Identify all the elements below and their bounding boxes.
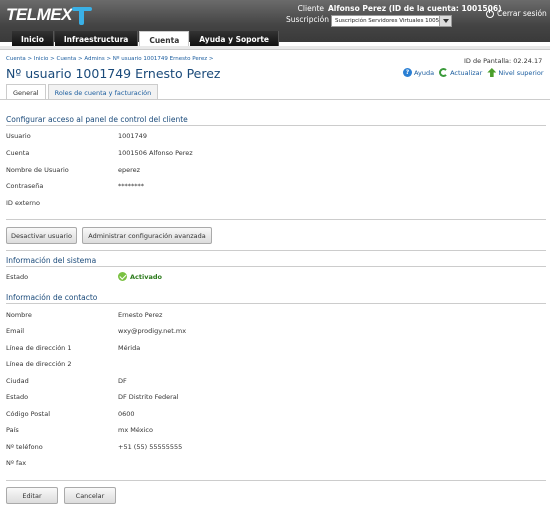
telmex-logo: TELMEX	[6, 4, 92, 26]
field-label: Nº teléfono	[6, 443, 43, 451]
status-value: Activado	[118, 272, 162, 281]
field-label: Línea de dirección 2	[6, 360, 72, 368]
field-label: Código Postal	[6, 410, 51, 418]
divider	[6, 219, 546, 220]
field-label: ID externo	[6, 199, 40, 207]
field-label: Cuenta	[6, 149, 30, 157]
field-value: Mérida	[118, 344, 141, 352]
help-label: Ayuda	[414, 68, 435, 77]
subtab-line	[0, 99, 550, 100]
divider	[6, 250, 546, 251]
page-title: Nº usuario 1001749 Ernesto Perez	[6, 66, 221, 81]
help-link[interactable]: ? Ayuda	[403, 68, 434, 77]
up-level-label: Nivel superior	[498, 68, 544, 77]
refresh-label: Actualizar	[450, 68, 483, 77]
logout-link[interactable]: Cerrar sesión	[486, 8, 547, 18]
breadcrumb[interactable]: Cuenta > Inicio > Cuenta > Admins > Nº u…	[6, 56, 214, 62]
field-label: Línea de dirección 1	[6, 344, 72, 352]
client-value: Alfonso Perez (ID de la cuenta: 1001506)	[328, 4, 502, 13]
page-actions: ? Ayuda Actualizar Nivel superior	[403, 68, 549, 77]
refresh-icon	[439, 68, 449, 77]
field-value: wxy@prodigy.net.mx	[118, 327, 187, 335]
edit-button[interactable]: Editar	[6, 487, 58, 504]
help-icon: ?	[403, 68, 412, 77]
field-value: 1001749	[118, 132, 147, 140]
field-value: eperez	[118, 166, 141, 174]
sub-tabs: General Roles de cuenta y facturación	[6, 84, 160, 99]
field-label: País	[6, 426, 19, 434]
logo-text: TELMEX	[6, 5, 72, 24]
field-label: Contraseña	[6, 182, 44, 190]
subscription-select[interactable]: Suscripción Servidores Virtuales 1005329	[331, 15, 452, 27]
access-section-title: Configurar acceso al panel de control de…	[6, 115, 188, 124]
divider	[6, 303, 546, 304]
field-label: Estado	[6, 393, 29, 401]
cancel-button[interactable]: Cancelar	[64, 487, 116, 504]
field-label: Nombre de Usuario	[6, 166, 69, 174]
logo-mark-icon	[70, 4, 92, 26]
nav-underline	[0, 46, 550, 50]
logout-label: Cerrar sesión	[497, 9, 547, 18]
field-value: +51 (55) 55555555	[118, 443, 183, 451]
divider	[6, 266, 546, 267]
field-label: Usuario	[6, 132, 31, 140]
client-label: Cliente	[297, 4, 324, 13]
nav-tab-ayuda[interactable]: Ayuda y Soporte	[190, 31, 280, 46]
field-value: DF Distrito Federal	[118, 393, 179, 401]
field-value: mx México	[118, 426, 153, 434]
field-value: DF	[118, 377, 127, 385]
divider	[6, 480, 546, 481]
status-label: Estado	[6, 273, 29, 281]
chevron-down-icon[interactable]	[439, 16, 451, 26]
field-value: 0600	[118, 410, 135, 418]
subscription-value: Suscripción Servidores Virtuales 1005329	[335, 18, 450, 24]
field-value: Ernesto Perez	[118, 311, 163, 319]
up-level-link[interactable]: Nivel superior	[487, 68, 544, 77]
advanced-config-button[interactable]: Administrar configuración avanzada	[82, 227, 212, 244]
divider	[6, 125, 546, 126]
nav-tab-infraestructura[interactable]: Infraestructura	[54, 31, 139, 46]
nav-tab-cuenta[interactable]: Cuenta	[139, 31, 190, 46]
contact-section-title: Información de contacto	[6, 293, 98, 302]
field-value: ********	[118, 182, 144, 190]
field-label: Nombre	[6, 311, 32, 319]
screen-id: ID de Pantalla: 02.24.17	[464, 57, 543, 65]
deactivate-user-button[interactable]: Desactivar usuario	[6, 227, 77, 244]
nav-tab-inicio[interactable]: Inicio	[12, 31, 54, 46]
subscription-label: Suscripción	[286, 15, 330, 24]
power-icon	[486, 8, 494, 18]
up-arrow-icon	[487, 68, 497, 77]
field-label: Email	[6, 327, 25, 335]
field-label: Nº fax	[6, 459, 27, 467]
field-value: 1001506 Alfonso Perez	[118, 149, 193, 157]
status-text: Activado	[130, 272, 162, 281]
refresh-link[interactable]: Actualizar	[439, 68, 482, 77]
system-section-title: Información del sistema	[6, 256, 97, 265]
check-icon	[118, 272, 127, 281]
tab-general[interactable]: General	[6, 84, 46, 99]
main-nav: Inicio Infraestructura Cuenta Ayuda y So…	[12, 31, 280, 46]
tab-roles[interactable]: Roles de cuenta y facturación	[47, 84, 159, 99]
field-label: Ciudad	[6, 377, 29, 385]
